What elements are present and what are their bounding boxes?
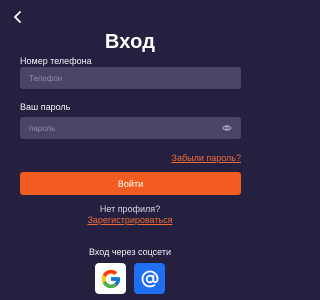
mail-login-button[interactable]: [134, 263, 165, 294]
forgot-password-link[interactable]: Забыли пароль?: [172, 153, 241, 163]
password-input[interactable]: [29, 123, 218, 133]
back-button[interactable]: [9, 8, 27, 26]
chevron-left-icon: [14, 11, 21, 23]
social-login-title: Вход через соцсети: [88, 247, 171, 257]
no-profile-text: Нет профиля?: [99, 204, 161, 214]
login-screen: Вход Номер телефона Ваш пароль Забыли па…: [0, 0, 260, 300]
password-label: Ваш пароль: [20, 102, 71, 112]
mail-icon: [141, 270, 158, 287]
phone-label: Номер телефона: [20, 56, 92, 66]
google-icon: [101, 269, 120, 288]
page-title: Вход: [104, 31, 156, 53]
google-login-button[interactable]: [95, 263, 126, 294]
password-field-container: [20, 117, 241, 139]
eye-icon[interactable]: [222, 123, 232, 133]
phone-field-container: [20, 67, 241, 89]
register-link[interactable]: Зарегистрироваться: [0, 215, 260, 225]
login-button[interactable]: Войти: [20, 172, 241, 195]
phone-input[interactable]: [29, 73, 232, 83]
